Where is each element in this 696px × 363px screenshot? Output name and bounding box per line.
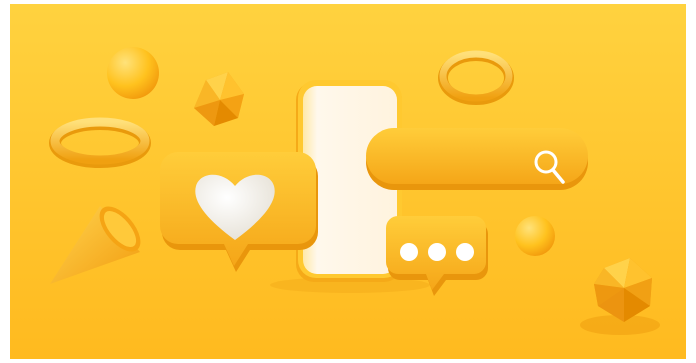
sphere-right bbox=[515, 216, 555, 256]
sphere-top-left bbox=[107, 47, 159, 99]
scene-svg bbox=[0, 0, 696, 363]
ellipsis-dots-icon bbox=[400, 243, 474, 261]
illustration-scene bbox=[0, 0, 696, 363]
